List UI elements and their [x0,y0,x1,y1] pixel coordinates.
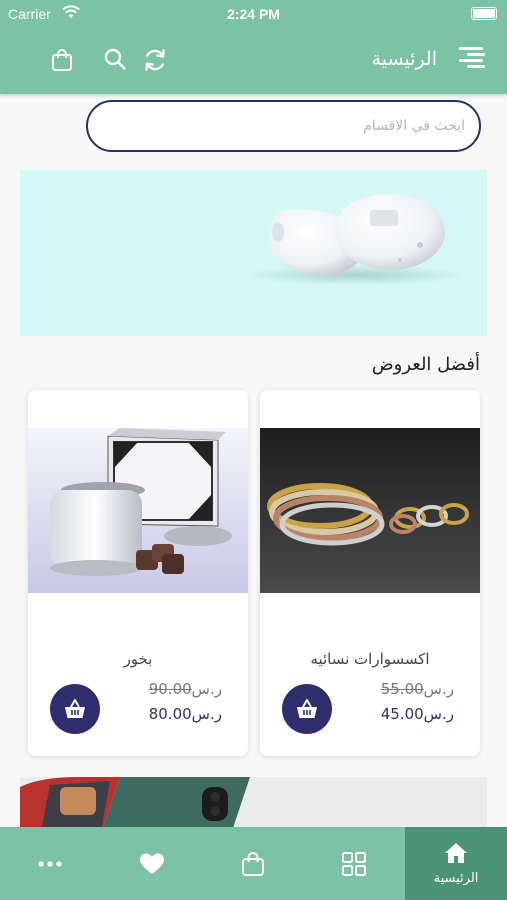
product-name: اكسسوارات نسائيه [310,650,430,668]
battery-icon [471,7,497,20]
tab-categories[interactable] [304,827,404,900]
tab-more[interactable] [0,827,100,900]
product-image [260,428,480,593]
product-name: بخور [123,650,153,668]
product-image [28,428,248,593]
bag-icon [242,851,264,876]
promo-banner[interactable] [20,170,487,336]
app-header: Carrier 2:24 PM الرئيسية [0,0,507,94]
add-to-cart-button[interactable] [282,684,332,734]
more-icon [38,860,62,867]
search-icon[interactable] [103,47,127,71]
old-price: ر.س55.00 [380,680,454,698]
tab-home-label: الرئيسية [433,871,479,886]
earbuds-image [245,194,465,285]
page-title: الرئيسية [371,48,437,70]
tab-home[interactable]: الرئيسية [405,827,507,900]
new-price: 45.00ر.س [380,705,454,723]
home-icon [445,843,467,863]
grid-icon [342,851,366,876]
old-price: ر.س90.00 [148,680,222,698]
product-card[interactable]: اكسسوارات نسائيه ر.س55.00 45.00ر.س [260,390,480,756]
status-time: 2:24 PM [227,6,280,22]
add-to-cart-button[interactable] [50,684,100,734]
section-title: أفضل العروض [371,354,480,375]
tab-cart[interactable] [203,827,303,900]
basket-icon [297,699,317,718]
search-field[interactable] [86,100,481,152]
bottom-tab-bar: الرئيسية [0,827,507,900]
status-bar: Carrier 2:24 PM [0,0,507,28]
tab-favorites[interactable] [102,827,202,900]
basket-icon [65,699,85,718]
menu-icon[interactable] [457,44,487,72]
search-input[interactable] [88,102,479,150]
bag-icon[interactable] [50,48,74,72]
heart-icon [140,853,164,874]
product-card[interactable]: بخور ر.س90.00 80.00ر.س [28,390,248,756]
new-price: 80.00ر.س [148,705,222,723]
refresh-icon[interactable] [142,47,168,73]
